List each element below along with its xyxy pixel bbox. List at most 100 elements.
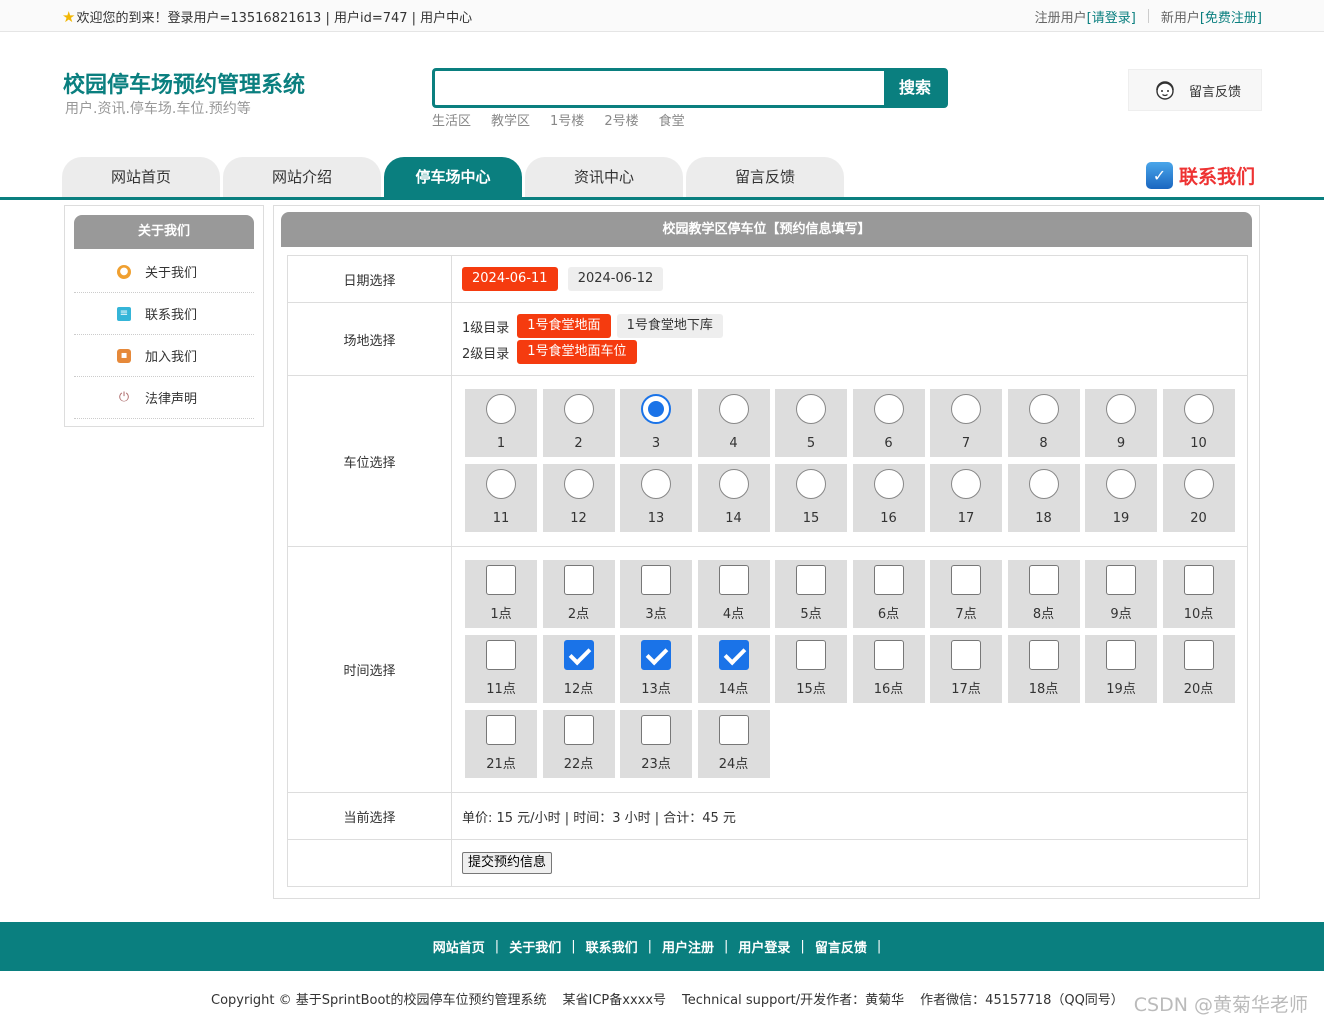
- spot-radio[interactable]: [641, 469, 671, 499]
- spot-cell[interactable]: 2: [542, 389, 615, 457]
- spot-radio[interactable]: [486, 469, 516, 499]
- spot-cell[interactable]: 17: [930, 464, 1002, 532]
- hour-checkbox[interactable]: [718, 715, 749, 745]
- hour-cell[interactable]: 15点: [775, 635, 847, 703]
- spot-cell[interactable]: 1: [465, 389, 537, 457]
- hour-checkbox[interactable]: [563, 565, 594, 595]
- site-title[interactable]: 校园停车场预约管理系统: [63, 67, 305, 99]
- spot-radio[interactable]: [718, 469, 749, 499]
- spot-radio[interactable]: [873, 469, 904, 499]
- footer-link[interactable]: 网站首页: [433, 937, 485, 956]
- hour-cell[interactable]: 1点: [465, 560, 537, 628]
- hotword-link[interactable]: 生活区: [432, 110, 471, 129]
- hotword-link[interactable]: 2号楼: [604, 110, 638, 129]
- nav-tab-home[interactable]: 网站首页: [62, 157, 220, 197]
- hour-cell[interactable]: 21点: [465, 710, 537, 778]
- hour-checkbox[interactable]: [1106, 640, 1136, 670]
- hour-checkbox[interactable]: [1106, 565, 1136, 595]
- spot-radio[interactable]: [796, 394, 826, 424]
- hour-cell[interactable]: 16点: [852, 635, 925, 703]
- hotword-link[interactable]: 食堂: [659, 110, 685, 129]
- spot-cell[interactable]: 3: [620, 389, 692, 457]
- footer-link[interactable]: 联系我们: [586, 937, 638, 956]
- footer-link[interactable]: 留言反馈: [815, 937, 867, 956]
- hour-cell[interactable]: 13点: [620, 635, 692, 703]
- hour-checkbox[interactable]: [951, 565, 981, 595]
- venue-option[interactable]: 1号食堂地下库: [616, 314, 723, 338]
- hour-checkbox[interactable]: [1183, 565, 1214, 595]
- spot-cell[interactable]: 7: [930, 389, 1002, 457]
- hour-checkbox[interactable]: [796, 640, 826, 670]
- register-link[interactable]: [免费注册]: [1200, 7, 1262, 26]
- spot-cell[interactable]: 4: [697, 389, 770, 457]
- submit-button[interactable]: 提交预约信息: [462, 852, 553, 874]
- hour-checkbox[interactable]: [1028, 640, 1059, 670]
- footer-link[interactable]: 用户登录: [738, 937, 790, 956]
- search-input[interactable]: [435, 71, 885, 105]
- hour-cell[interactable]: 19点: [1085, 635, 1157, 703]
- spot-cell[interactable]: 11: [465, 464, 537, 532]
- spot-cell[interactable]: 9: [1085, 389, 1157, 457]
- hotword-link[interactable]: 教学区: [491, 110, 530, 129]
- hour-checkbox[interactable]: [718, 565, 749, 595]
- spot-radio[interactable]: [486, 394, 516, 424]
- spot-radio[interactable]: [718, 394, 749, 424]
- spot-radio[interactable]: [1106, 469, 1136, 499]
- spot-cell[interactable]: 5: [775, 389, 847, 457]
- spot-cell[interactable]: 14: [697, 464, 770, 532]
- spot-radio[interactable]: [641, 394, 671, 424]
- spot-cell[interactable]: 6: [852, 389, 925, 457]
- nav-tab-parking[interactable]: 停车场中心: [384, 157, 522, 197]
- spot-radio[interactable]: [951, 469, 981, 499]
- hour-cell[interactable]: 6点: [852, 560, 925, 628]
- spot-radio[interactable]: [1183, 469, 1214, 499]
- spot-radio[interactable]: [1028, 394, 1059, 424]
- hour-cell[interactable]: 12点: [542, 635, 615, 703]
- hour-checkbox[interactable]: [1183, 640, 1214, 670]
- hour-cell[interactable]: 17点: [930, 635, 1002, 703]
- hour-checkbox[interactable]: [486, 565, 516, 595]
- spot-cell[interactable]: 16: [852, 464, 925, 532]
- hour-cell[interactable]: 18点: [1007, 635, 1080, 703]
- hour-checkbox[interactable]: [951, 640, 981, 670]
- spot-cell[interactable]: 8: [1007, 389, 1080, 457]
- spot-radio[interactable]: [873, 394, 904, 424]
- hour-checkbox[interactable]: [1028, 565, 1059, 595]
- footer-link[interactable]: 关于我们: [509, 937, 561, 956]
- hour-cell[interactable]: 23点: [620, 710, 692, 778]
- nav-tab-news[interactable]: 资讯中心: [525, 157, 683, 197]
- date-option[interactable]: 2024-06-11: [462, 267, 558, 291]
- spot-radio[interactable]: [951, 394, 981, 424]
- spot-cell[interactable]: 20: [1162, 464, 1235, 532]
- hour-cell[interactable]: 11点: [465, 635, 537, 703]
- hour-checkbox[interactable]: [486, 640, 516, 670]
- contact-us-link[interactable]: ✓ 联系我们: [1146, 162, 1255, 189]
- hotword-link[interactable]: 1号楼: [550, 110, 584, 129]
- hour-checkbox[interactable]: [641, 640, 671, 670]
- hour-checkbox[interactable]: [563, 715, 594, 745]
- nav-tab-feedback[interactable]: 留言反馈: [686, 157, 844, 197]
- footer-link[interactable]: 用户注册: [662, 937, 714, 956]
- feedback-button[interactable]: 留言反馈: [1128, 69, 1262, 111]
- hour-checkbox[interactable]: [873, 565, 904, 595]
- hour-checkbox[interactable]: [641, 715, 671, 745]
- spot-cell[interactable]: 12: [542, 464, 615, 532]
- hour-cell[interactable]: 4点: [697, 560, 770, 628]
- hour-cell[interactable]: 14点: [697, 635, 770, 703]
- hour-cell[interactable]: 5点: [775, 560, 847, 628]
- login-link[interactable]: [请登录]: [1087, 7, 1136, 26]
- hour-cell[interactable]: 7点: [930, 560, 1002, 628]
- venue-sub-option[interactable]: 1号食堂地面车位: [517, 340, 637, 364]
- hour-cell[interactable]: 20点: [1162, 635, 1235, 703]
- hour-checkbox[interactable]: [563, 640, 594, 670]
- hour-cell[interactable]: 10点: [1162, 560, 1235, 628]
- hour-cell[interactable]: 3点: [620, 560, 692, 628]
- hour-checkbox[interactable]: [718, 640, 749, 670]
- hour-checkbox[interactable]: [641, 565, 671, 595]
- hour-cell[interactable]: 22点: [542, 710, 615, 778]
- spot-cell[interactable]: 19: [1085, 464, 1157, 532]
- sidebar-item-contact[interactable]: ≡ 联系我们: [74, 293, 254, 335]
- nav-tab-intro[interactable]: 网站介绍: [223, 157, 381, 197]
- sidebar-item-about[interactable]: ● 关于我们: [74, 251, 254, 293]
- spot-radio[interactable]: [796, 469, 826, 499]
